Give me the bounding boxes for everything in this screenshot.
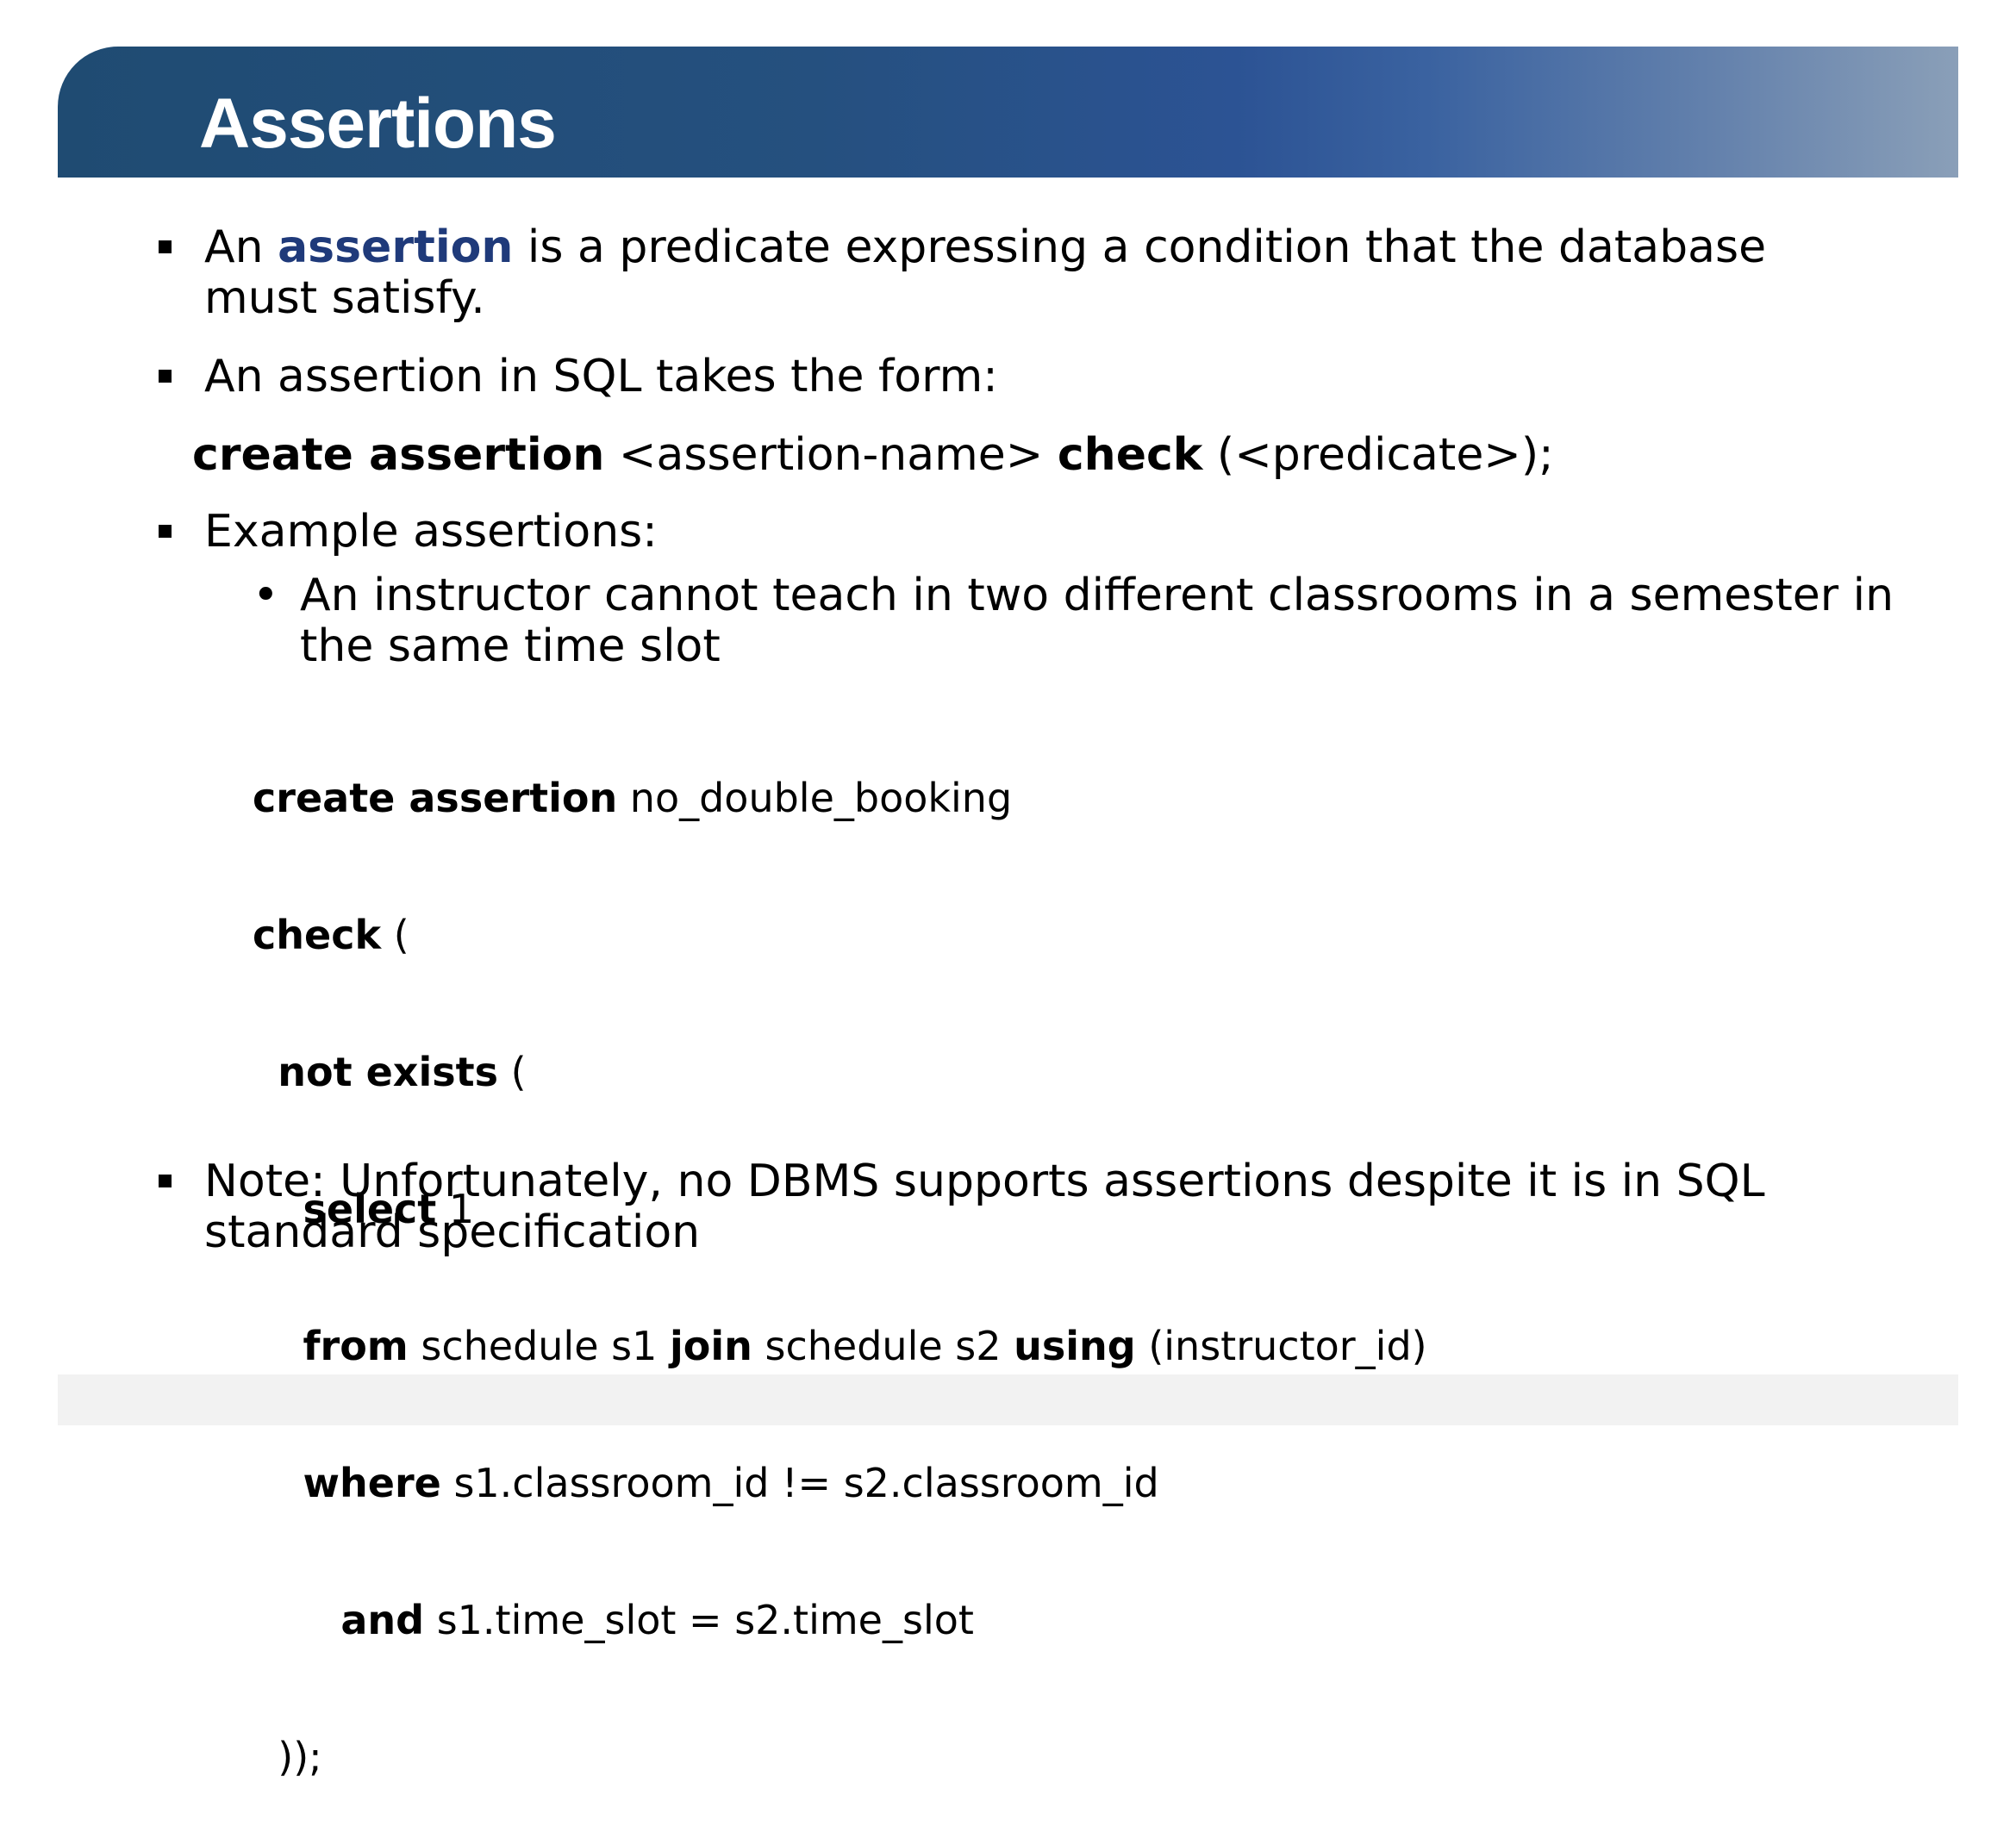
footer-bar xyxy=(58,1374,1958,1425)
bullet-text: An assertion is a predicate expressing a… xyxy=(204,221,1767,324)
assertion-syntax: create assertion <assertion-name> check … xyxy=(192,429,1554,481)
code-line: create assertion no_double_booking xyxy=(253,775,1013,821)
square-bullet-icon xyxy=(159,525,172,538)
bullet-text: Note: Unfortunately, no DBMS supports as… xyxy=(204,1156,1765,1258)
code-line: and s1.time_slot = s2.time_slot xyxy=(340,1597,974,1643)
square-bullet-icon xyxy=(159,240,172,253)
code-line: where s1.classroom_id != s2.classroom_id xyxy=(303,1460,1159,1506)
sub-bullet-text: An instructor cannot teach in two differ… xyxy=(300,570,1894,672)
code-line: check ( xyxy=(253,912,409,958)
square-bullet-icon xyxy=(159,370,172,383)
bullet-text: Example assertions: xyxy=(204,506,658,558)
term-assertion: assertion xyxy=(278,221,514,273)
code-line: not exists ( xyxy=(278,1049,527,1095)
round-bullet-icon: • xyxy=(253,570,279,621)
bullet-text: An assertion in SQL takes the form: xyxy=(204,351,998,402)
slide-title: Assertions xyxy=(199,84,557,163)
square-bullet-icon xyxy=(159,1175,172,1187)
code-line: )); xyxy=(278,1734,322,1780)
code-line: from schedule s1 join schedule s2 using … xyxy=(303,1323,1427,1369)
